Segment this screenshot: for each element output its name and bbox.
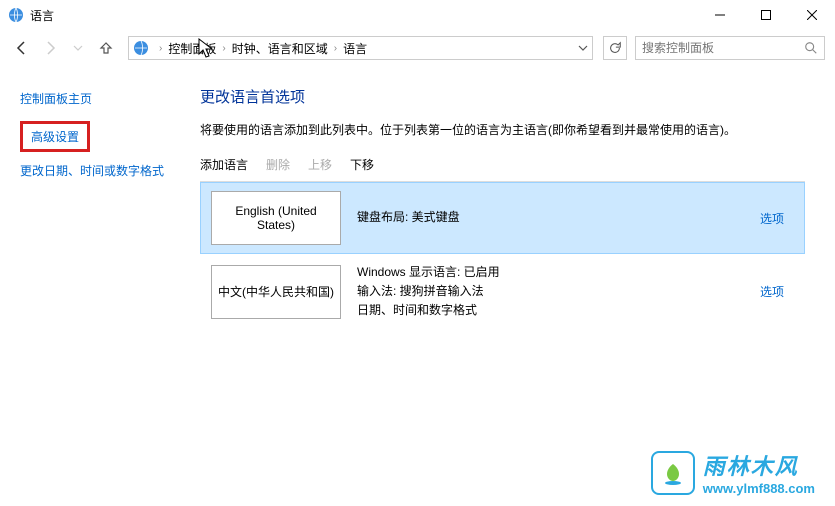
language-app-icon bbox=[8, 7, 24, 23]
search-icon[interactable] bbox=[804, 41, 818, 55]
chevron-right-icon: › bbox=[159, 43, 162, 54]
navbar: › 控制面板 › 时钟、语言和区域 › 语言 bbox=[0, 30, 835, 66]
sidebar-link-advanced[interactable]: 高级设置 bbox=[31, 128, 79, 145]
page-heading: 更改语言首选项 bbox=[200, 86, 805, 107]
search-box[interactable] bbox=[635, 36, 825, 60]
page-description: 将要使用的语言添加到此列表中。位于列表第一位的语言为主语言(即你希望看到并最常使… bbox=[200, 121, 805, 138]
chevron-right-icon: › bbox=[222, 43, 225, 54]
language-row[interactable]: English (United States) 键盘布局: 美式键盘选项 bbox=[200, 182, 805, 254]
breadcrumb-item[interactable]: 时钟、语言和区域 bbox=[232, 40, 328, 57]
maximize-button[interactable] bbox=[743, 0, 789, 30]
refresh-button[interactable] bbox=[603, 36, 627, 60]
chevron-down-icon[interactable] bbox=[578, 43, 588, 53]
watermark: 雨林木风 www.ylmf888.com bbox=[651, 449, 815, 496]
search-input[interactable] bbox=[642, 41, 804, 55]
window-title: 语言 bbox=[30, 7, 54, 24]
sidebar-link-datefmt[interactable]: 更改日期、时间或数字格式 bbox=[20, 162, 170, 179]
watermark-title: 雨林木风 bbox=[703, 449, 815, 481]
toolbar-remove[interactable]: 删除 bbox=[266, 156, 290, 173]
close-button[interactable] bbox=[789, 0, 835, 30]
back-button[interactable] bbox=[10, 36, 34, 60]
language-name-box: English (United States) bbox=[211, 191, 341, 245]
window-controls bbox=[697, 0, 835, 30]
breadcrumb-item[interactable]: 控制面板 bbox=[168, 40, 216, 57]
sidebar-link-home[interactable]: 控制面板主页 bbox=[20, 90, 170, 107]
main-panel: 更改语言首选项 将要使用的语言添加到此列表中。位于列表第一位的语言为主语言(即你… bbox=[190, 80, 835, 330]
language-info: Windows 显示语言: 已启用输入法: 搜狗拼音输入法日期、时间和数字格式 bbox=[357, 263, 760, 321]
language-options-link[interactable]: 选项 bbox=[760, 210, 784, 227]
recent-dropdown[interactable] bbox=[66, 36, 90, 60]
forward-button[interactable] bbox=[38, 36, 62, 60]
toolbar-move-down[interactable]: 下移 bbox=[350, 156, 374, 173]
language-row[interactable]: 中文(中华人民共和国) Windows 显示语言: 已启用输入法: 搜狗拼音输入法… bbox=[200, 254, 805, 330]
minimize-button[interactable] bbox=[697, 0, 743, 30]
language-options-link[interactable]: 选项 bbox=[760, 283, 784, 300]
chevron-right-icon: › bbox=[334, 43, 337, 54]
language-path-icon bbox=[133, 40, 149, 56]
toolbar: 添加语言 删除 上移 下移 bbox=[200, 156, 805, 173]
breadcrumb-item[interactable]: 语言 bbox=[343, 40, 367, 57]
watermark-logo-icon bbox=[651, 451, 695, 495]
language-name-box: 中文(中华人民共和国) bbox=[211, 265, 341, 319]
up-button[interactable] bbox=[94, 36, 118, 60]
toolbar-move-up[interactable]: 上移 bbox=[308, 156, 332, 173]
language-list: English (United States)键盘布局: 美式键盘选项中文(中华… bbox=[200, 181, 805, 330]
highlight-annotation: 高级设置 bbox=[20, 121, 90, 152]
sidebar: 控制面板主页 高级设置 更改日期、时间或数字格式 bbox=[0, 80, 190, 330]
watermark-url: www.ylmf888.com bbox=[703, 481, 815, 496]
breadcrumb[interactable]: › 控制面板 › 时钟、语言和区域 › 语言 bbox=[128, 36, 593, 60]
language-info: 键盘布局: 美式键盘 bbox=[357, 208, 760, 227]
toolbar-add-language[interactable]: 添加语言 bbox=[200, 156, 248, 173]
